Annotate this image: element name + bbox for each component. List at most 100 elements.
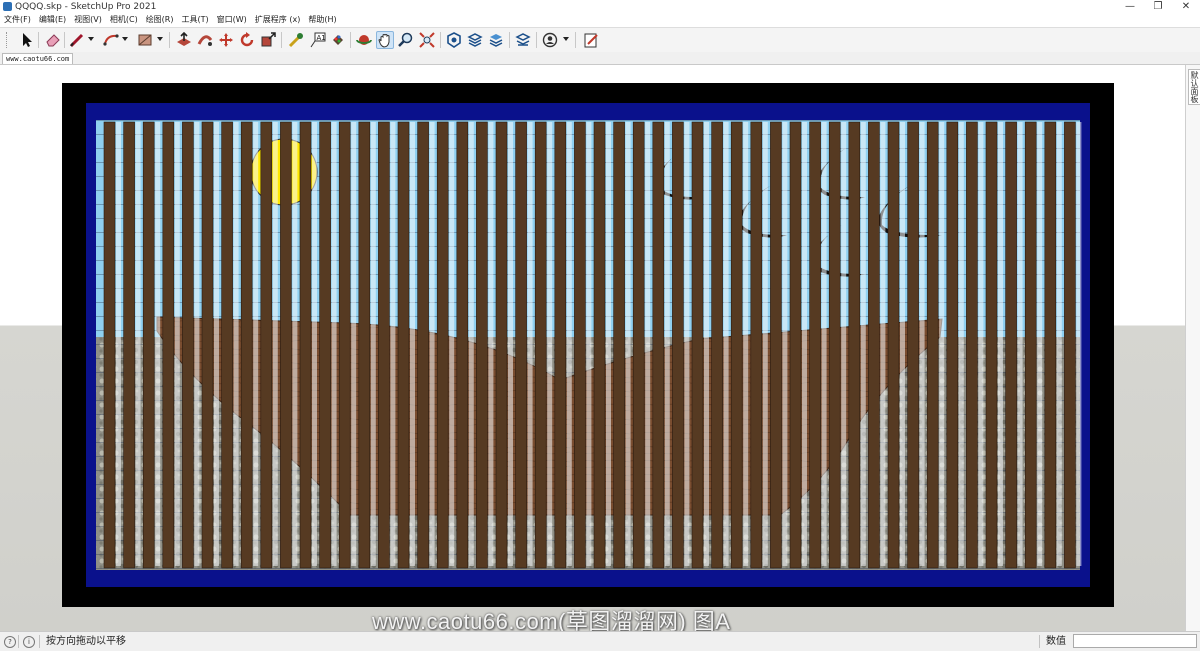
- menu-draw[interactable]: 绘图(R): [142, 14, 178, 26]
- rectangle-tool-icon[interactable]: [136, 31, 154, 49]
- scale-tool-icon[interactable]: [259, 31, 277, 49]
- push-pull-tool-icon[interactable]: [175, 31, 193, 49]
- wood-slat: [1044, 121, 1057, 569]
- slat-gap: [998, 122, 1003, 566]
- menu-file[interactable]: 文件(F): [0, 14, 35, 26]
- credits-icon[interactable]: i: [23, 636, 35, 648]
- slat-gap: [841, 122, 847, 566]
- close-button[interactable]: ✕: [1172, 0, 1200, 14]
- svg-text:A1: A1: [317, 34, 326, 42]
- account-dropdown-icon[interactable]: [563, 37, 569, 41]
- menu-tools[interactable]: 工具(T): [178, 14, 213, 26]
- restore-button[interactable]: ❐: [1144, 0, 1172, 14]
- extension-warehouse-icon[interactable]: [466, 31, 484, 49]
- paint-bucket-tool-icon[interactable]: [329, 31, 347, 49]
- extension-manager-icon[interactable]: [514, 31, 532, 49]
- scene-tabs-bar: www.caotu66.com: [0, 52, 1200, 65]
- slat-gap: [155, 122, 161, 566]
- move-tool-icon[interactable]: [217, 31, 235, 49]
- wood-slat: [868, 121, 880, 569]
- wood-slat: [417, 121, 429, 569]
- text-tool-icon[interactable]: A1: [309, 31, 327, 49]
- menu-camera[interactable]: 相机(C): [106, 14, 142, 26]
- wood-slat: [730, 121, 743, 569]
- main-toolbar: A1: [0, 27, 1200, 53]
- slat-gap: [527, 122, 533, 566]
- slat-gap: [272, 122, 278, 566]
- geo-location-icon[interactable]: ?: [4, 636, 16, 648]
- minimize-button[interactable]: —: [1116, 0, 1144, 14]
- eraser-tool-icon[interactable]: [44, 31, 62, 49]
- wood-slat: [338, 121, 351, 569]
- wood-slat: [476, 121, 488, 569]
- slat-gap: [684, 122, 690, 566]
- slat-gap: [1076, 122, 1082, 566]
- layout-send-icon[interactable]: [582, 31, 600, 49]
- wood-slat: [887, 121, 900, 569]
- tape-measure-tool-icon[interactable]: [287, 31, 305, 49]
- rotate-tool-icon[interactable]: [238, 31, 256, 49]
- wood-slat: [103, 121, 116, 569]
- scene-tab[interactable]: www.caotu66.com: [2, 53, 74, 64]
- wood-slat: [809, 121, 821, 569]
- slat-gap: [351, 122, 357, 566]
- line-tool-icon[interactable]: [68, 31, 86, 49]
- menu-view[interactable]: 视图(V): [70, 14, 106, 26]
- zoom-tool-icon[interactable]: [397, 31, 415, 49]
- wood-slat: [299, 121, 312, 569]
- wood-slat: [378, 121, 390, 569]
- menu-edit[interactable]: 编辑(E): [35, 14, 70, 26]
- slat-gap: [449, 122, 455, 566]
- wood-slat: [240, 121, 253, 569]
- arc-tool-dropdown-icon[interactable]: [122, 37, 128, 41]
- wood-slat: [711, 121, 723, 569]
- wood-slat: [1024, 121, 1037, 569]
- zoom-extents-tool-icon[interactable]: [418, 31, 436, 49]
- slat-gap: [900, 122, 905, 566]
- slat-gap: [1037, 122, 1043, 566]
- slat-gap: [233, 122, 239, 566]
- model-viewport[interactable]: www.caotu66.com(草图溜溜网) 图A: [0, 65, 1185, 631]
- wood-slat: [789, 121, 802, 569]
- slat-gap: [821, 122, 827, 566]
- wood-slat: [828, 121, 841, 569]
- wood-slat: [985, 121, 998, 569]
- arc-tool-icon[interactable]: [102, 31, 120, 49]
- wood-slat: [221, 121, 233, 569]
- slat-gap: [390, 122, 396, 566]
- follow-me-tool-icon[interactable]: [196, 31, 214, 49]
- menu-bar: 文件(F) 编辑(E) 视图(V) 相机(C) 绘图(R) 工具(T) 窗口(W…: [0, 14, 1200, 26]
- toolbar-grip[interactable]: [6, 32, 10, 48]
- wood-slat: [750, 121, 763, 569]
- slat-gap: [214, 122, 219, 566]
- slat-gap: [116, 122, 121, 566]
- account-icon[interactable]: [541, 31, 559, 49]
- pan-tool-icon[interactable]: [376, 31, 394, 49]
- 3d-warehouse-icon[interactable]: [445, 31, 463, 49]
- slat-gap: [292, 122, 298, 566]
- line-tool-dropdown-icon[interactable]: [88, 37, 94, 41]
- slat-gap: [468, 122, 474, 566]
- wood-slat: [162, 121, 175, 569]
- menu-extensions[interactable]: 扩展程序 (x): [251, 14, 305, 26]
- rectangle-tool-dropdown-icon[interactable]: [157, 37, 163, 41]
- default-tray-tab[interactable]: 默认面板: [1188, 69, 1200, 105]
- slat-gap: [978, 122, 984, 566]
- slat-gap: [704, 122, 709, 566]
- orbit-tool-icon[interactable]: [355, 31, 373, 49]
- measurements-input[interactable]: [1073, 634, 1197, 648]
- slat-gap: [958, 122, 964, 566]
- slat-gap: [939, 122, 945, 566]
- status-bar: ? i 按方向拖动以平移 数值: [0, 631, 1200, 651]
- select-tool-icon[interactable]: [18, 31, 36, 49]
- wood-slat: [613, 121, 625, 569]
- slat-gap: [566, 122, 572, 566]
- wood-slat: [926, 121, 939, 569]
- slat-gap: [312, 122, 317, 566]
- layers-icon[interactable]: [487, 31, 505, 49]
- menu-window[interactable]: 窗口(W): [213, 14, 251, 26]
- slat-gap: [664, 122, 670, 566]
- slat-gap: [370, 122, 376, 566]
- menu-help[interactable]: 帮助(H): [304, 14, 340, 26]
- wood-slat: [358, 121, 371, 569]
